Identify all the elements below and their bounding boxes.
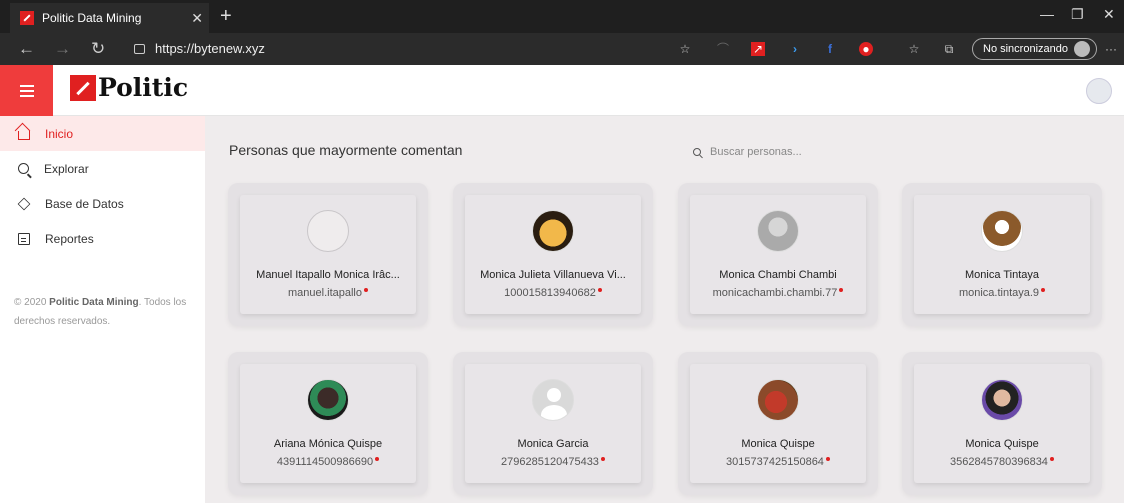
person-card[interactable]: Monica Chambi Chambi monicachambi.chambi… <box>678 183 878 326</box>
politic-logo[interactable]: Politic <box>70 73 188 102</box>
person-name: Monica Quispe <box>965 438 1039 450</box>
copyright-text: © 2020 Politic Data Mining. Todos los de… <box>14 297 187 327</box>
person-card[interactable]: Monica Garcia 2796285120475433 <box>453 352 653 495</box>
person-card[interactable]: Monica Quispe 3015737425150864 <box>678 352 878 495</box>
home-icon <box>18 130 30 140</box>
person-handle: 100015813940682 <box>465 287 641 299</box>
restore-icon[interactable]: ❐ <box>1071 6 1084 23</box>
status-dot-icon <box>364 288 368 292</box>
person-handle: 2796285120475433 <box>465 456 641 468</box>
browser-address-bar: ← → ↻ https://bytenew.xyz ☆ ⌒ ↗ › f ● ☆ … <box>0 33 1124 65</box>
search-icon <box>693 148 701 156</box>
copyright-brand: Politic Data Mining <box>49 297 139 308</box>
person-handle: monicachambi.chambi.77 <box>690 287 866 299</box>
browser-tab-bar: Politic Data Mining ✕ + — ❐ ✕ <box>0 0 1124 33</box>
sidebar-item-base-de-datos[interactable]: Base de Datos <box>0 186 205 221</box>
layers-icon <box>17 197 31 210</box>
close-window-icon[interactable]: ✕ <box>1103 6 1115 23</box>
tab-title: Politic Data Mining <box>42 11 142 25</box>
profile-photo <box>981 379 1023 421</box>
forward-arrow-icon[interactable]: → <box>54 39 71 59</box>
person-card[interactable]: Monica Julieta Villanueva Vi... 10001581… <box>453 183 653 326</box>
person-card[interactable]: Manuel Itapallo Monica Irâc... manuel.it… <box>228 183 428 326</box>
status-dot-icon <box>825 457 830 461</box>
profile-photo <box>307 379 349 421</box>
collections-icon[interactable]: ⧉ <box>942 42 956 56</box>
profile-photo <box>532 210 574 252</box>
minimize-icon[interactable]: — <box>1040 6 1054 22</box>
status-dot-icon <box>375 457 380 461</box>
browser-tab[interactable]: Politic Data Mining ✕ <box>10 3 209 33</box>
politic-favicon-icon <box>20 11 34 25</box>
person-card[interactable]: Monica Tintaya monica.tintaya.9 <box>902 183 1102 326</box>
status-dot-icon <box>1049 457 1054 461</box>
profile-avatar-icon <box>1074 41 1090 57</box>
person-name: Monica Julieta Villanueva Vi... <box>480 269 626 281</box>
person-name: Monica Garcia <box>517 438 589 450</box>
facebook-extension-icon[interactable]: f <box>823 42 837 56</box>
profile-photo <box>981 210 1023 252</box>
reader-icon[interactable]: ⌒ <box>716 42 730 56</box>
person-name: Monica Quispe <box>741 438 815 450</box>
sidebar-item-explorar[interactable]: Explorar <box>0 151 205 186</box>
person-handle: 3015737425150864 <box>690 456 866 468</box>
user-avatar[interactable] <box>1086 78 1112 104</box>
lock-icon <box>134 44 145 54</box>
red-extension-icon[interactable]: ● <box>859 42 873 56</box>
clipboard-icon <box>18 232 30 245</box>
person-card[interactable]: Ariana Mónica Quispe 4391114500986690 <box>228 352 428 495</box>
person-card[interactable]: Monica Quispe 3562845780396834 <box>902 352 1102 495</box>
hamburger-menu-button[interactable] <box>0 65 53 116</box>
person-handle: 3562845780396834 <box>914 456 1090 468</box>
politic-extension-icon[interactable]: ↗ <box>751 42 765 56</box>
main-content: Personas que mayormente comentan Manuel … <box>205 116 1124 503</box>
arrow-extension-icon[interactable]: › <box>788 42 802 56</box>
favorite-star-icon[interactable]: ☆ <box>678 42 692 56</box>
search-people <box>693 146 850 158</box>
default-avatar-icon <box>532 379 574 421</box>
back-arrow-icon[interactable]: ← <box>18 39 35 59</box>
search-input[interactable] <box>710 146 850 158</box>
person-handle: 4391114500986690 <box>240 456 416 468</box>
sync-profile-button[interactable]: No sincronizando <box>972 38 1097 60</box>
close-tab-icon[interactable]: ✕ <box>191 10 203 27</box>
person-handle: manuel.itapallo <box>240 287 416 299</box>
person-name: Manuel Itapallo Monica Irâc... <box>256 269 400 281</box>
page-title: Personas que mayormente comentan <box>229 142 463 158</box>
profile-photo <box>307 210 349 252</box>
refresh-icon[interactable]: ↻ <box>91 39 105 59</box>
person-name: Monica Tintaya <box>965 269 1039 281</box>
more-options-icon[interactable]: ··· <box>1104 42 1118 56</box>
sidebar-item-reportes[interactable]: Reportes <box>0 221 205 256</box>
status-dot-icon <box>1041 288 1046 292</box>
logo-arrow-icon <box>70 74 96 101</box>
person-handle: monica.tintaya.9 <box>914 287 1090 299</box>
status-dot-icon <box>600 457 605 461</box>
status-dot-icon <box>839 288 844 292</box>
person-name: Monica Chambi Chambi <box>719 269 837 281</box>
sidebar-item-inicio[interactable]: Inicio <box>0 116 205 151</box>
favorites-list-icon[interactable]: ☆ <box>907 42 921 56</box>
profile-photo <box>757 210 799 252</box>
url-field[interactable]: https://bytenew.xyz <box>134 41 265 56</box>
new-tab-icon[interactable]: + <box>220 5 232 28</box>
sidebar: Inicio Explorar Base de Datos Reportes ©… <box>0 116 205 503</box>
profile-photo <box>757 379 799 421</box>
status-dot-icon <box>597 288 602 292</box>
person-name: Ariana Mónica Quispe <box>273 438 383 450</box>
app-header: Politic <box>0 65 1124 116</box>
search-icon <box>18 163 29 174</box>
